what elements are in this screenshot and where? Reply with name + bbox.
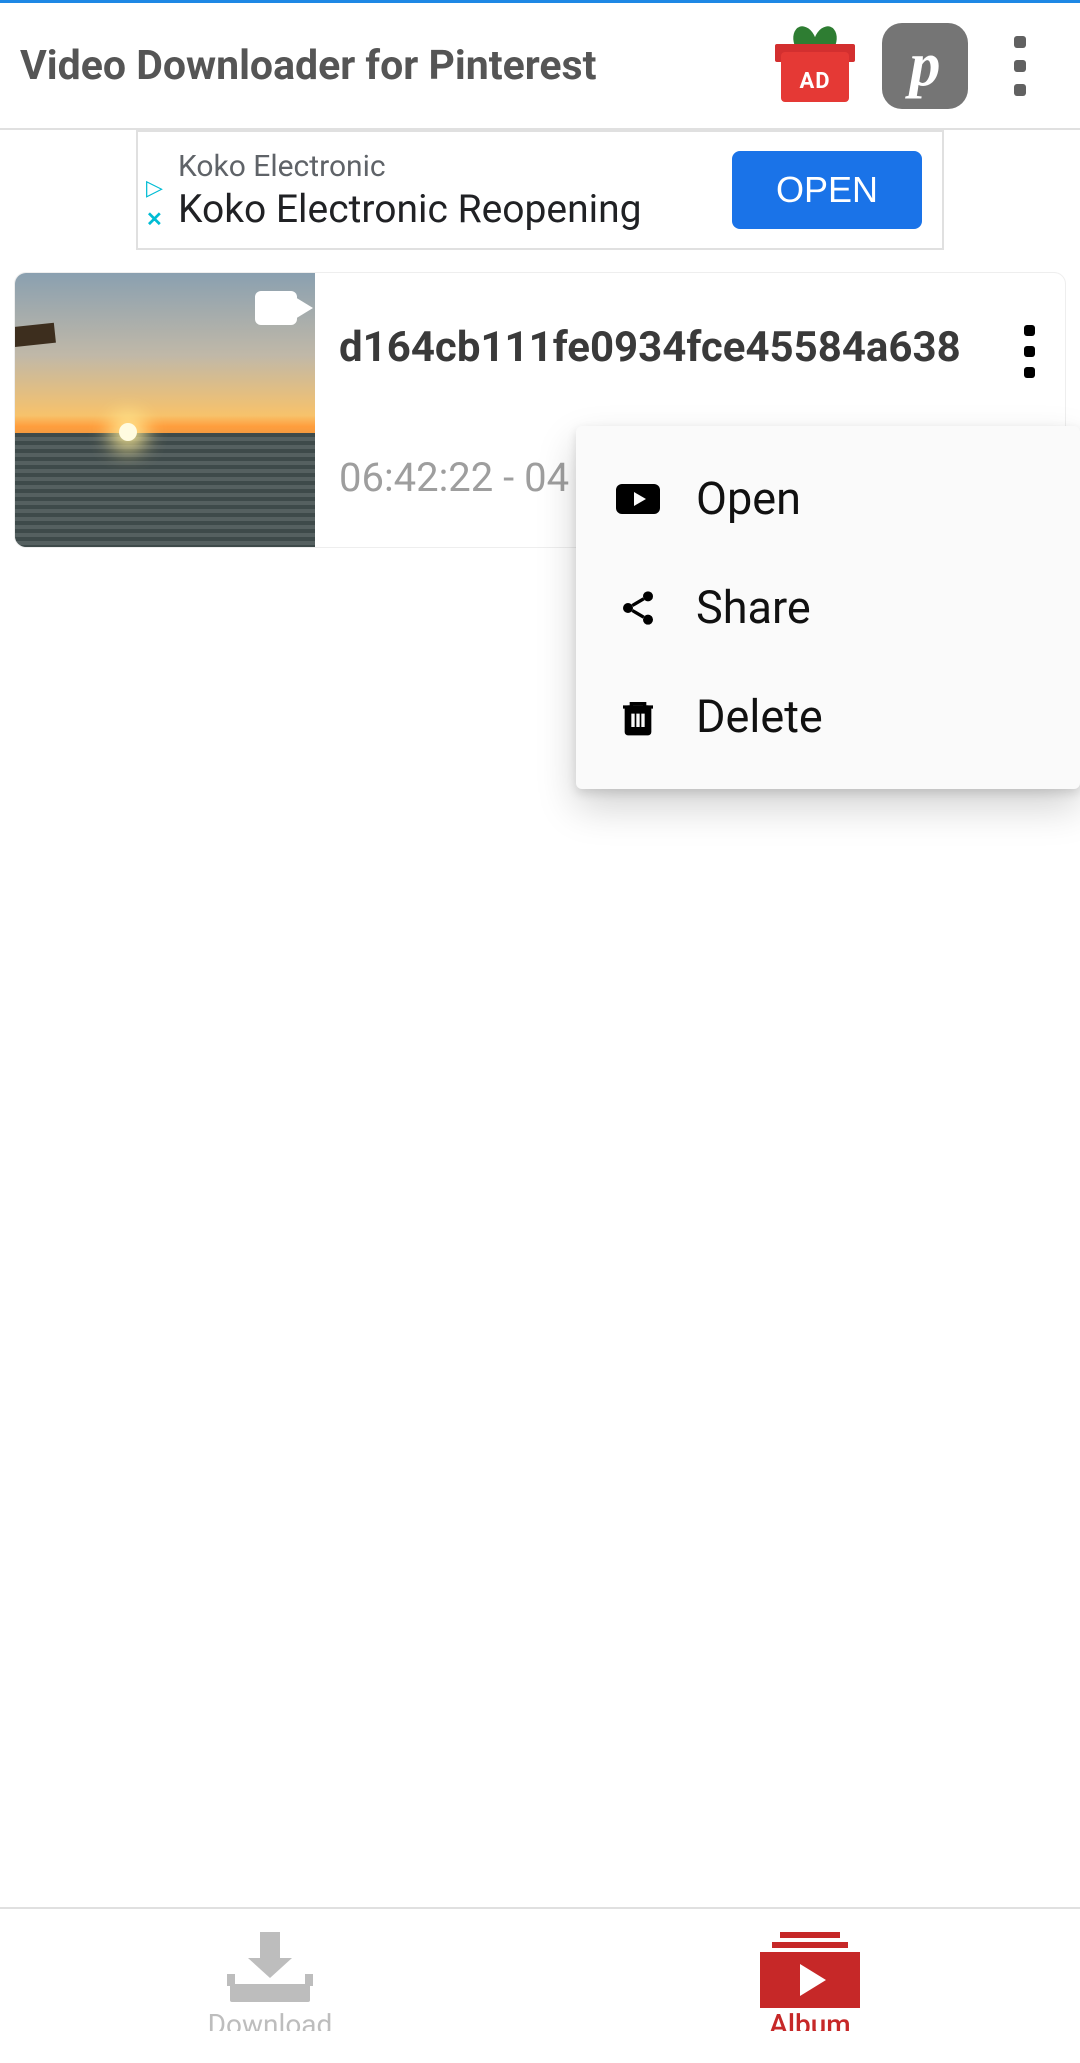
video-filename: d164cb111fe0934fce45584a638 [339,323,1041,372]
download-icon [230,1932,310,2002]
context-menu: Open Share Delete [576,426,1080,789]
ad-advertiser: Koko Electronic [178,149,732,184]
app-header: Video Downloader for Pinterest AD p [0,0,1080,130]
ad-open-button[interactable]: OPEN [732,151,922,229]
album-icon [760,1932,860,2002]
play-icon [616,477,660,521]
adchoices-icon: ▷ [146,176,163,201]
gift-icon: AD [775,26,855,106]
video-thumbnail [15,273,315,547]
close-icon: ✕ [146,207,163,231]
item-overflow-button[interactable] [1024,325,1035,378]
pinterest-button[interactable]: p [880,21,970,111]
kebab-icon [1024,325,1035,336]
pinterest-icon: p [882,23,968,109]
menu-open-label: Open [696,472,801,525]
menu-share[interactable]: Share [576,553,1080,662]
ad-banner[interactable]: ▷ ✕ Koko Electronic Koko Electronic Reop… [136,130,944,250]
menu-delete-label: Delete [696,690,823,743]
trash-icon [616,695,660,739]
menu-open[interactable]: Open [576,444,1080,553]
video-icon [255,291,297,325]
adchoices-close[interactable]: ▷ ✕ [146,176,163,231]
overflow-menu-button[interactable] [990,21,1050,111]
share-icon [616,586,660,630]
ad-headline: Koko Electronic Reopening [178,186,732,232]
menu-delete[interactable]: Delete [576,662,1080,771]
ad-gift-button[interactable]: AD [770,21,860,111]
kebab-icon [1014,36,1026,48]
app-title: Video Downloader for Pinterest [20,42,760,90]
ad-label: AD [775,69,855,94]
menu-share-label: Share [696,581,811,634]
